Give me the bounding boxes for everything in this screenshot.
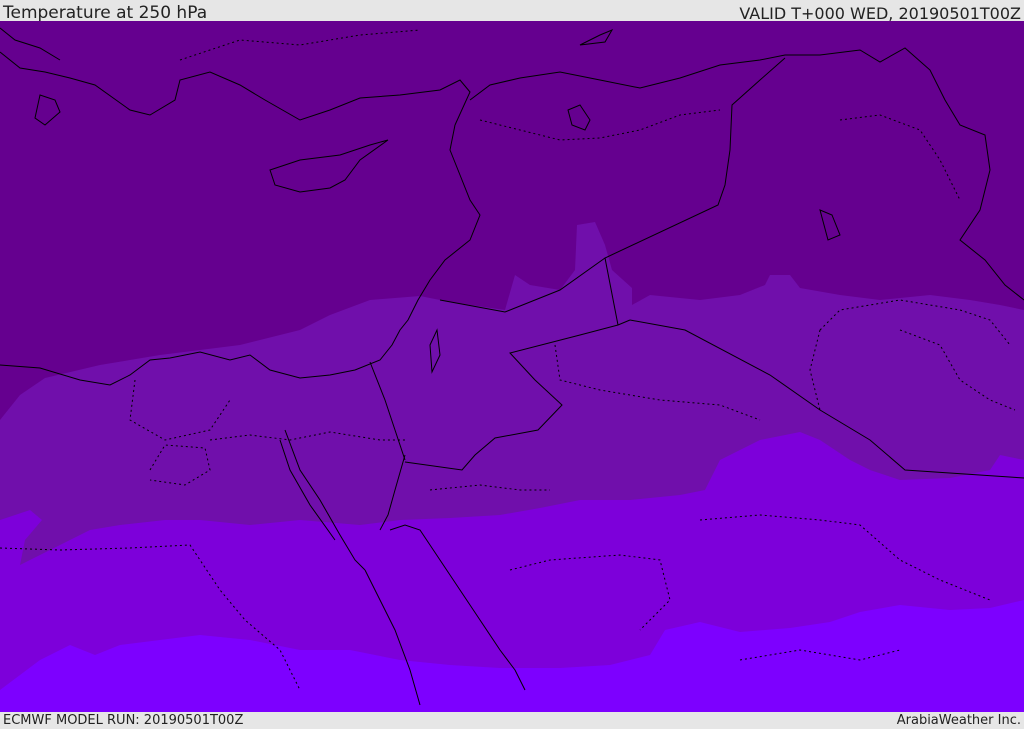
header-bar: Temperature at 250 hPa VALID T+000 WED, …: [0, 0, 1024, 23]
footer-bar: ECMWF MODEL RUN: 20190501T00Z ArabiaWeat…: [0, 712, 1024, 729]
model-run-label: ECMWF MODEL RUN: 20190501T00Z: [3, 713, 244, 728]
temperature-map[interactable]: [0, 21, 1024, 712]
credit-label: ArabiaWeather Inc.: [896, 713, 1021, 728]
